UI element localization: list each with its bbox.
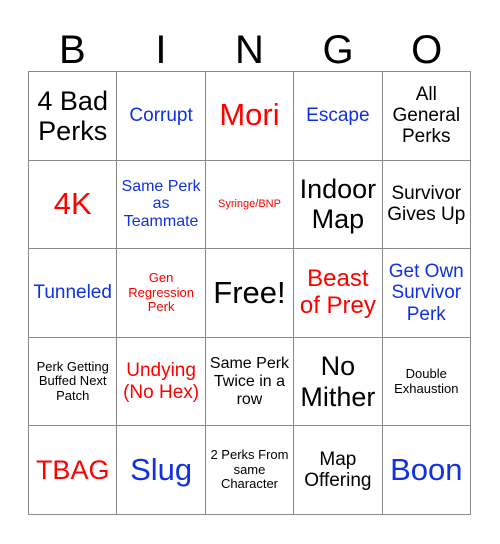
bingo-cell-label: Indoor Map [299,174,377,235]
bingo-cell-label: No Mither [300,351,376,412]
bingo-header-letter-o: O [411,28,443,72]
bingo-cell[interactable]: Double Exhaustion [381,336,472,427]
bingo-cell[interactable]: Beast of Prey [293,248,383,338]
bingo-header-letter-b: B [58,28,86,72]
bingo-cell[interactable]: Perk Getting Buffed Next Patch [27,336,118,427]
bingo-cell[interactable]: Boon [381,425,472,515]
bingo-cell-label: Syringe/BNP [217,198,281,211]
bingo-cell-label: Survivor Gives Up [387,183,466,226]
bingo-cell[interactable]: Escape [293,71,383,161]
bingo-cell[interactable]: Indoor Map [293,159,383,250]
bingo-cell-free[interactable]: Free! [204,248,295,338]
bingo-row: 4K Same Perk as Teammate Syringe/BNP Ind… [27,159,472,250]
bingo-cell[interactable]: Same Perk Twice in a row [204,336,295,427]
bingo-cell-label: Free! [213,274,286,310]
bingo-cell-label: Mori [219,97,280,133]
bingo-header-letter-i: I [155,28,167,72]
bingo-cell-label: Undying (No Hex) [123,360,200,403]
bingo-cell[interactable]: Survivor Gives Up [381,159,472,250]
bingo-header-letter-g: G [322,28,354,72]
bingo-cell[interactable]: Slug [116,425,206,515]
bingo-cell-label: TBAG [35,455,110,486]
bingo-cell-label: Map Offering [304,448,372,492]
bingo-cell[interactable]: Corrupt [116,71,206,161]
bingo-cell-label: Tunneled [33,282,112,304]
bingo-cell-label: Same Perk as Teammate [121,177,201,231]
bingo-cell[interactable]: Tunneled [27,248,118,338]
bingo-cell-label: Corrupt [129,105,193,127]
bingo-cell[interactable]: Get Own Survivor Perk [381,248,472,338]
bingo-cell-label: Double Exhaustion [394,366,459,396]
bingo-cell[interactable]: No Mither [293,336,383,427]
bingo-cell[interactable]: All General Perks [381,71,472,161]
bingo-cell-label: Same Perk Twice in a row [209,354,290,408]
bingo-row: Tunneled Gen Regression Perk Free! Beast… [27,248,472,338]
bingo-cell-label: Escape [306,105,370,127]
bingo-cell-label: Boon [390,451,463,487]
bingo-cell[interactable]: TBAG [27,425,118,515]
bingo-cell-label: Get Own Survivor Perk [388,261,464,325]
bingo-cell-label: 2 Perks From same Character [210,447,289,492]
bingo-header-letter-n: N [235,28,264,72]
bingo-cell-label: Slug [130,451,193,487]
bingo-cell[interactable]: Undying (No Hex) [116,336,206,427]
bingo-cell[interactable]: Syringe/BNP [204,159,295,250]
bingo-grid: 4 Bad Perks Corrupt Mori Escape All Gene… [27,71,472,515]
bingo-cell[interactable]: 2 Perks From same Character [204,425,295,515]
bingo-cell-label: All General Perks [392,83,461,148]
bingo-row: TBAG Slug 2 Perks From same Character Ma… [27,425,472,515]
bingo-cell[interactable]: Map Offering [293,425,383,515]
bingo-cell[interactable]: Same Perk as Teammate [116,159,206,250]
bingo-header-row: B I N G O [28,14,471,71]
bingo-cell[interactable]: 4K [27,159,118,250]
bingo-row: Perk Getting Buffed Next Patch Undying (… [27,336,472,427]
bingo-cell[interactable]: 4 Bad Perks [27,71,118,161]
bingo-cell-label: Perk Getting Buffed Next Patch [36,358,109,403]
bingo-row: 4 Bad Perks Corrupt Mori Escape All Gene… [27,71,472,161]
bingo-cell-label: Beast of Prey [299,265,376,319]
bingo-cell[interactable]: Gen Regression Perk [116,248,206,338]
bingo-cell-label: 4K [53,186,92,222]
bingo-cell-label: Gen Regression Perk [128,270,194,315]
bingo-cell[interactable]: Mori [204,71,295,161]
bingo-card: B I N G O 4 Bad Perks Corrupt Mori Escap… [0,0,500,544]
bingo-cell-label: 4 Bad Perks [37,85,108,146]
